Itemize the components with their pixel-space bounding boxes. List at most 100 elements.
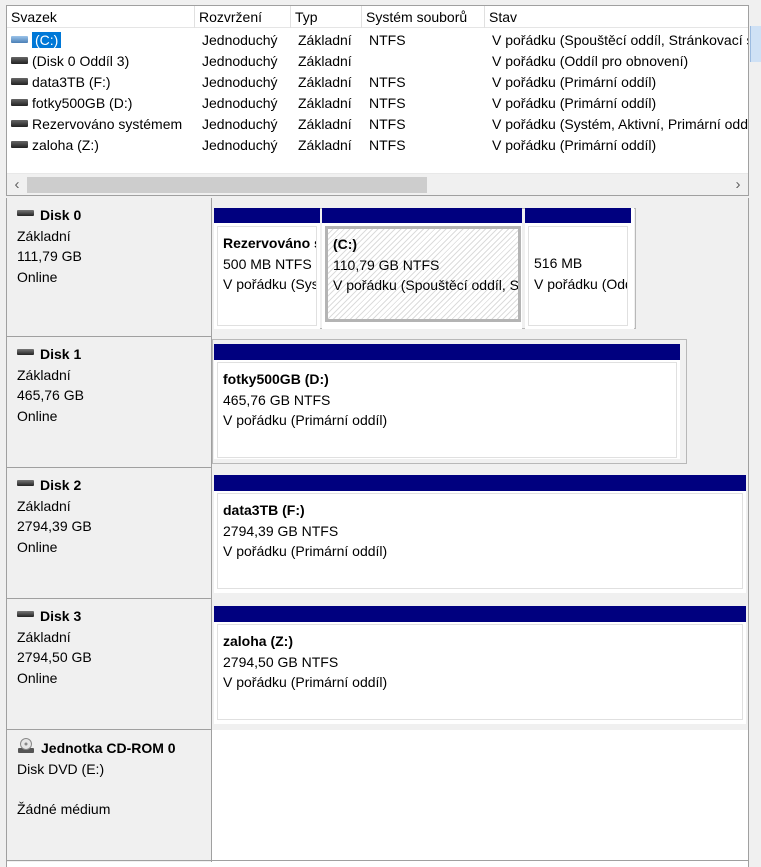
scroll-thumb[interactable]: [27, 177, 427, 193]
volume-name-cell: fotky500GB (D:): [11, 93, 197, 114]
volume-row[interactable]: fotky500GB (D:) Jednoduchý Základní NTFS…: [7, 93, 748, 114]
disk-info-2[interactable]: Disk 2 Základní 2794,39 GB Online: [7, 468, 212, 599]
disk-kind: Základní: [17, 628, 71, 645]
hard-disk-icon: [17, 611, 34, 617]
disk-row-3: Disk 3 Základní 2794,50 GB Online zaloha…: [7, 599, 748, 730]
partition-title: Rezervováno systémem: [223, 235, 316, 251]
disk-row-1: Disk 1 Základní 465,76 GB Online fotky50…: [7, 337, 748, 468]
cd-drive-icon: [18, 738, 34, 753]
horizontal-scrollbar[interactable]: ‹ ›: [7, 173, 748, 195]
partition-body: fotky500GB (D:) 465,76 GB NTFS V pořádku…: [217, 362, 677, 458]
partition-status: V pořádku (Spouštěcí oddíl, Stránkovací …: [333, 277, 519, 293]
volume-name: (Disk 0 Oddíl 3): [32, 53, 130, 69]
volume-type: Základní: [298, 116, 352, 132]
volume-row[interactable]: Rezervováno systémem Jednoduchý Základní…: [7, 114, 748, 135]
column-header-volume[interactable]: Svazek: [7, 6, 195, 28]
volume-filesystem: NTFS: [369, 116, 406, 132]
volume-row[interactable]: (C:) Jednoduchý Základní NTFS V pořádku …: [7, 30, 748, 51]
volume-layout: Jednoduchý: [202, 74, 278, 90]
disk-partitions-2: data3TB (F:) 2794,39 GB NTFS V pořádku (…: [212, 468, 748, 599]
partition-selected[interactable]: (C:) 110,79 GB NTFS V pořádku (Spouštěcí…: [322, 208, 522, 329]
scroll-left-button[interactable]: ‹: [7, 174, 27, 196]
volume-type: Základní: [298, 137, 352, 153]
disk-info-3[interactable]: Disk 3 Základní 2794,50 GB Online: [7, 599, 212, 730]
volume-type: Základní: [298, 74, 352, 90]
partition-bar: [214, 475, 746, 491]
disk-partitions-0: Rezervováno systémem 500 MB NTFS V pořád…: [212, 198, 748, 337]
partition[interactable]: fotky500GB (D:) 465,76 GB NTFS V pořádku…: [214, 344, 680, 459]
partition[interactable]: 516 MB V pořádku (Oddíl pro obnovení): [525, 208, 634, 329]
disk-kind: Základní: [17, 497, 71, 514]
volume-name: data3TB (F:): [32, 74, 111, 90]
volume-name-cell: (Disk 0 Oddíl 3): [11, 51, 197, 72]
scroll-right-button[interactable]: ›: [728, 174, 748, 196]
volume-row[interactable]: data3TB (F:) Jednoduchý Základní NTFS V …: [7, 72, 748, 93]
window-edge-strip: [750, 26, 761, 62]
volume-status: V pořádku (Primární oddíl): [492, 95, 657, 111]
volume-layout: Jednoduchý: [202, 32, 278, 48]
disk-partitions-3: zaloha (Z:) 2794,50 GB NTFS V pořádku (P…: [212, 599, 748, 730]
partition-body: data3TB (F:) 2794,39 GB NTFS V pořádku (…: [217, 493, 743, 589]
volume-status: V pořádku (Oddíl pro obnovení): [492, 53, 689, 69]
partition[interactable]: Rezervováno systémem 500 MB NTFS V pořád…: [214, 208, 320, 329]
volume-type: Základní: [298, 32, 352, 48]
partition-status: V pořádku (Primární oddíl): [223, 412, 388, 428]
volume-layout: Jednoduchý: [202, 116, 278, 132]
column-header-type[interactable]: Typ: [291, 6, 362, 28]
partition-body: (C:) 110,79 GB NTFS V pořádku (Spouštěcí…: [325, 226, 521, 322]
partition-size: 110,79 GB NTFS: [333, 256, 440, 273]
volume-status: V pořádku (Systém, Aktivní, Primární odd…: [492, 116, 748, 132]
disk-size: 111,79 GB: [17, 248, 82, 264]
partition-bar: [322, 208, 522, 223]
column-header-layout[interactable]: Rozvržení: [195, 6, 291, 28]
disk-state: Online: [17, 538, 58, 555]
hard-disk-icon: [17, 349, 34, 355]
disk-info-1[interactable]: Disk 1 Základní 465,76 GB Online: [7, 337, 212, 468]
volume-name-cell: zaloha (Z:): [11, 135, 197, 156]
column-header-status[interactable]: Stav: [485, 6, 748, 28]
volume-layout: Jednoduchý: [202, 53, 278, 69]
volume-name-cell: (C:): [11, 30, 197, 51]
partition-status: V pořádku (Oddíl pro obnovení): [534, 275, 627, 292]
column-header-filesystem[interactable]: Systém souborů: [362, 6, 485, 28]
partition-bar: [214, 344, 680, 360]
disk-graphical-view: Disk 0 Základní 111,79 GB Online Rezervo…: [6, 198, 749, 867]
partition-status: V pořádku (Primární oddíl): [223, 674, 388, 690]
partition-size: 500 MB NTFS: [223, 255, 312, 272]
partition-title: (C:): [333, 236, 358, 252]
volume-icon: [11, 77, 28, 85]
partition-size: 2794,39 GB NTFS: [223, 522, 339, 539]
disk-name: Disk 3: [40, 608, 82, 624]
partition-bar: [525, 208, 631, 223]
volume-filesystem: NTFS: [369, 74, 406, 90]
partition-title: zaloha (Z:): [223, 633, 293, 649]
volume-name: Rezervováno systémem: [32, 116, 183, 132]
volume-name-cell: Rezervováno systémem: [11, 114, 197, 135]
partition[interactable]: zaloha (Z:) 2794,50 GB NTFS V pořádku (P…: [214, 606, 746, 724]
volume-layout: Jednoduchý: [202, 137, 278, 153]
partition-body: Rezervováno systémem 500 MB NTFS V pořád…: [217, 226, 317, 326]
hard-disk-icon: [17, 480, 34, 486]
volume-icon: [11, 56, 28, 64]
disk-size: 2794,50 GB: [17, 649, 92, 665]
partition-size: 465,76 GB NTFS: [223, 391, 331, 408]
disk-name: Disk 2: [40, 477, 82, 493]
disk-info-0[interactable]: Disk 0 Základní 111,79 GB Online: [7, 198, 212, 337]
cdrom-name: Jednotka CD-ROM 0: [41, 740, 176, 756]
disk-state: Online: [17, 268, 58, 285]
partition[interactable]: data3TB (F:) 2794,39 GB NTFS V pořádku (…: [214, 475, 746, 593]
volume-row[interactable]: zaloha (Z:) Jednoduchý Základní NTFS V p…: [7, 135, 748, 156]
volume-row[interactable]: (Disk 0 Oddíl 3) Jednoduchý Základní V p…: [7, 51, 748, 72]
volume-name-cell: data3TB (F:): [11, 72, 197, 93]
partition-status: V pořádku (Primární oddíl): [223, 543, 388, 559]
partition-size: 2794,50 GB NTFS: [223, 653, 339, 670]
cdrom-row: Jednotka CD-ROM 0 Disk DVD (E:) Žádné mé…: [7, 730, 748, 862]
volume-list-header: Svazek Rozvržení Typ Systém souborů Stav: [7, 6, 748, 28]
partition-title: [534, 233, 627, 253]
partition-bar: [214, 606, 746, 622]
partition-title: fotky500GB (D:): [223, 371, 329, 387]
volume-icon: [11, 119, 28, 127]
volume-type: Základní: [298, 95, 352, 111]
cdrom-info[interactable]: Jednotka CD-ROM 0 Disk DVD (E:) Žádné mé…: [7, 730, 212, 862]
partition-body: zaloha (Z:) 2794,50 GB NTFS V pořádku (P…: [217, 624, 743, 720]
